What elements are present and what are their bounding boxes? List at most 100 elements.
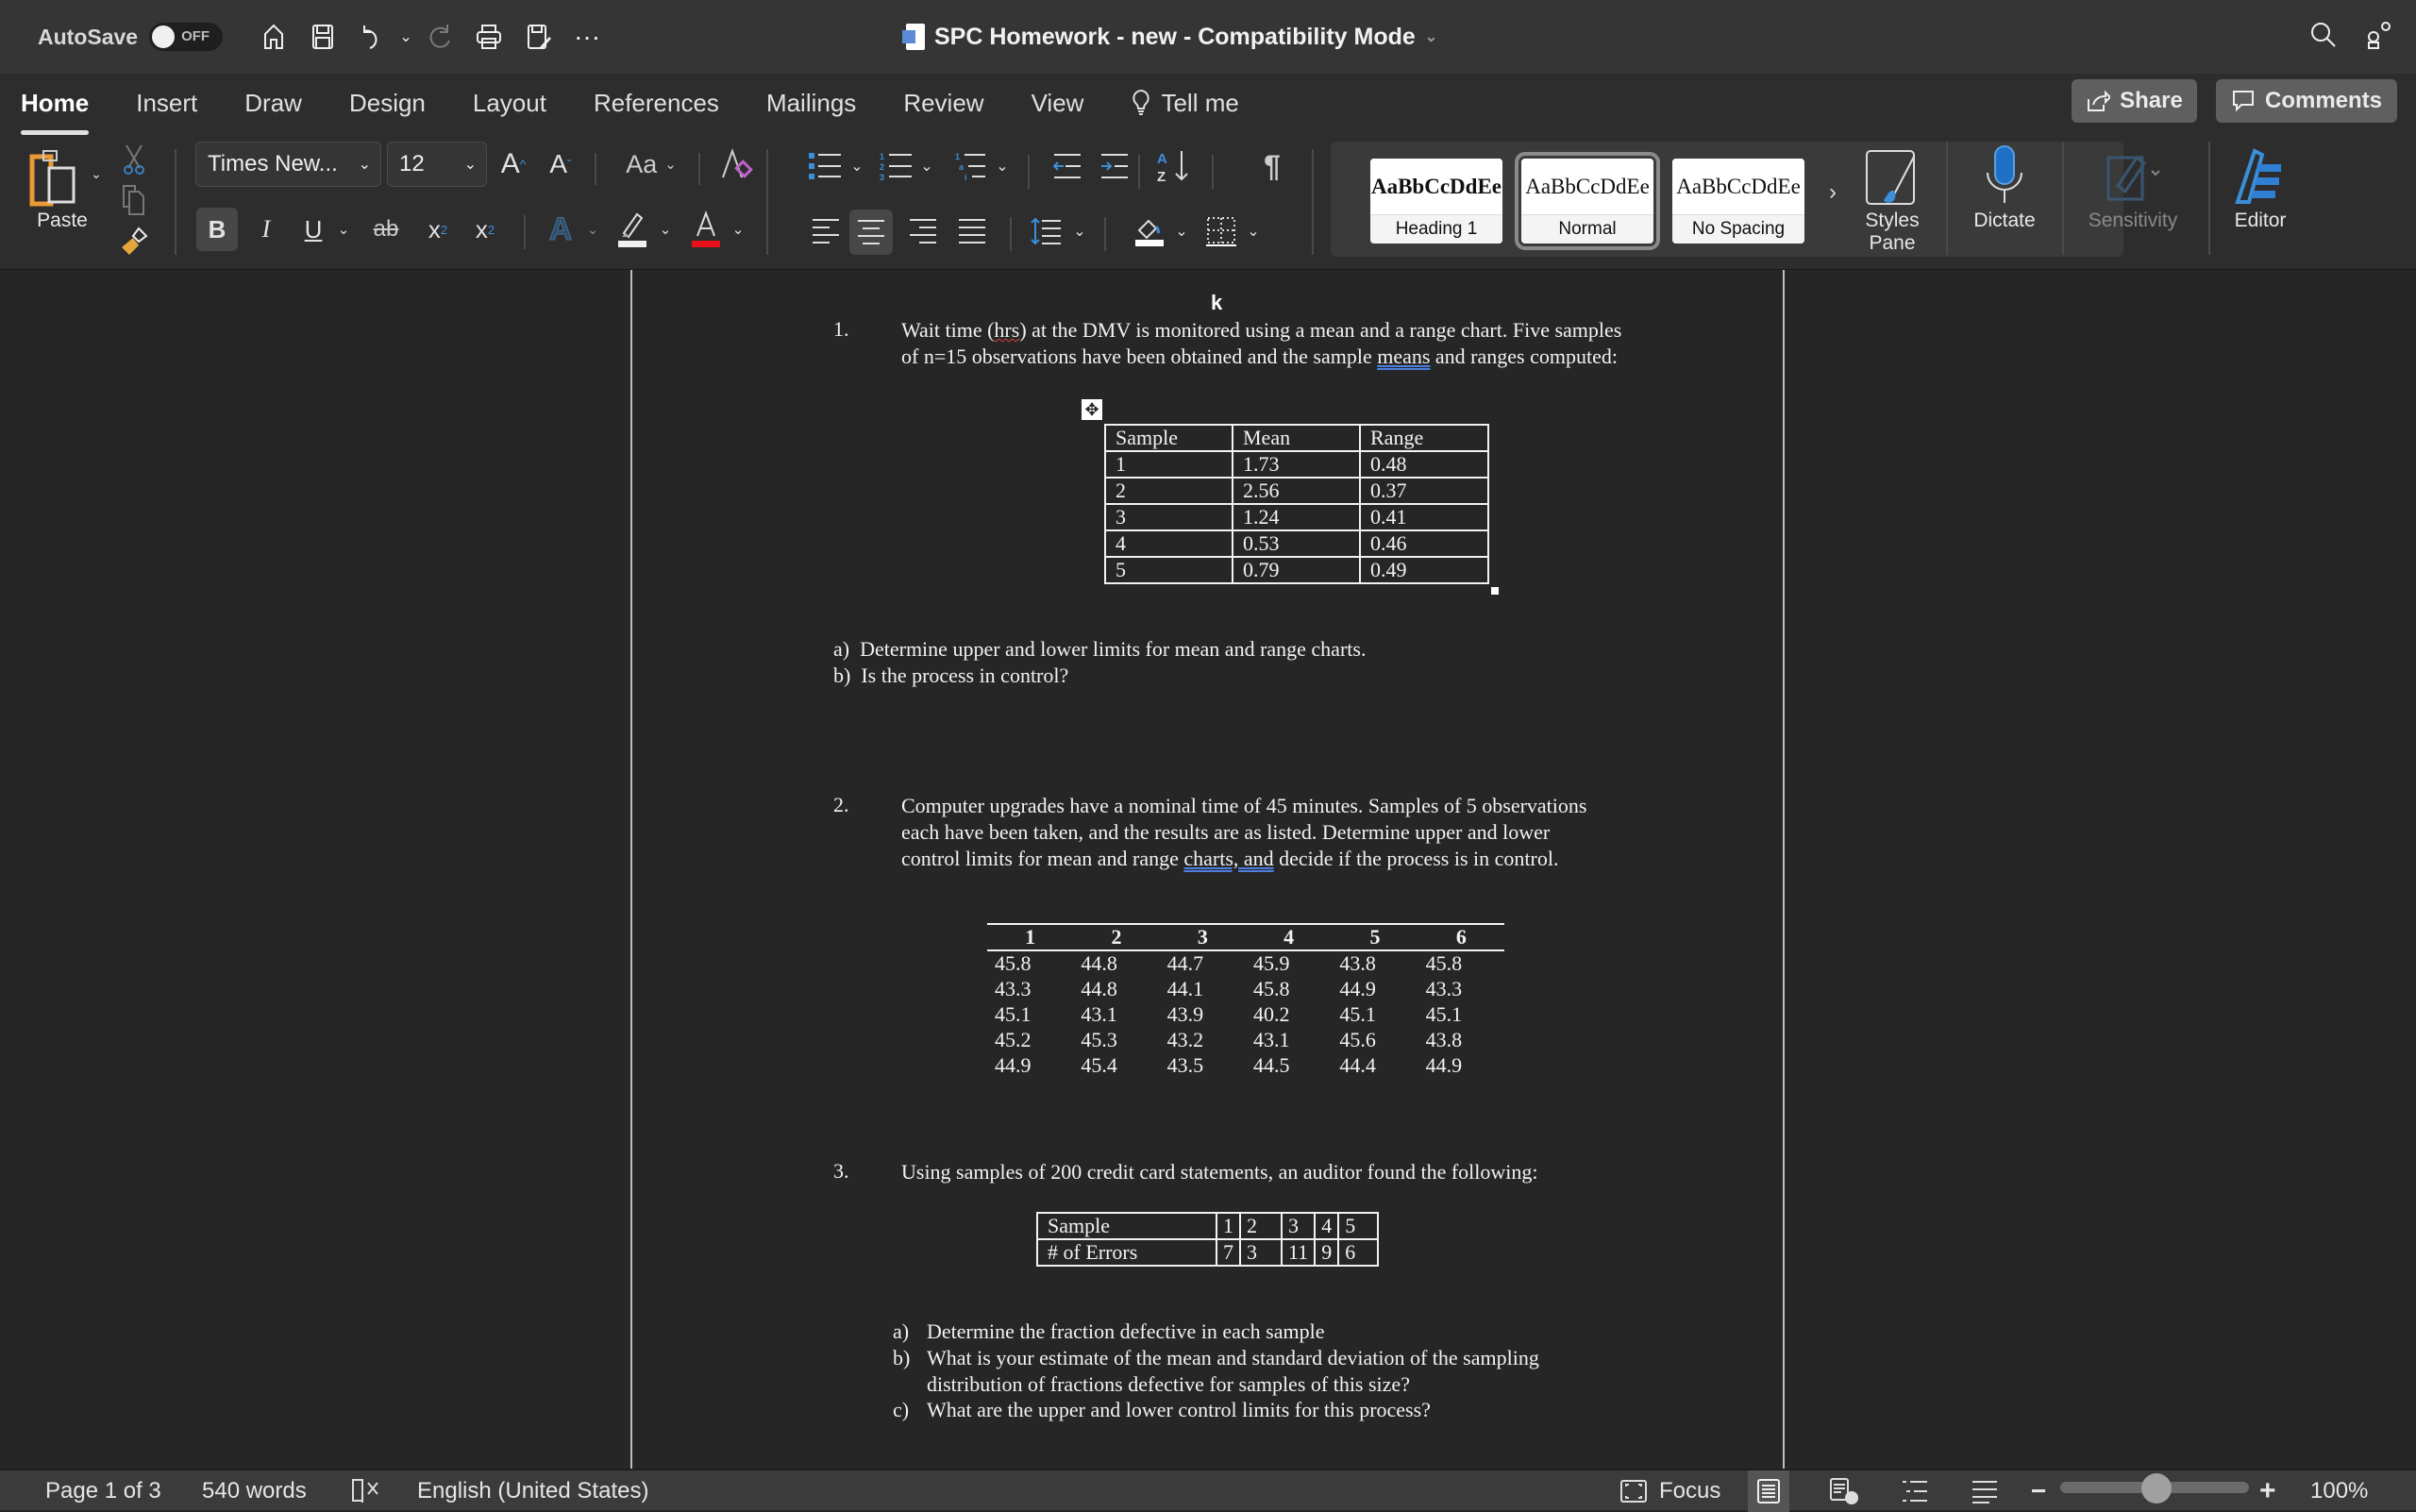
grow-font-icon[interactable]: A ^: [495, 145, 532, 183]
web-layout-view-icon[interactable]: [1829, 1470, 1859, 1512]
microphone-icon[interactable]: [1976, 142, 2033, 208]
show-formatting-icon[interactable]: ¶: [1253, 145, 1291, 187]
save-as-icon[interactable]: [513, 18, 562, 56]
proofing-icon[interactable]: [351, 1470, 383, 1512]
question-3-text: Using samples of 200 credit card stateme…: [901, 1160, 1538, 1184]
increase-indent-icon[interactable]: [1095, 147, 1132, 185]
cell: 40.2: [1252, 1001, 1290, 1026]
font-color-dropdown-icon[interactable]: ⌄: [729, 208, 747, 251]
align-center-icon[interactable]: [849, 210, 893, 255]
align-right-icon[interactable]: [904, 210, 942, 253]
q1-data-table: Sample Mean Range 1 1.73 0.48 2 2.56 0.37 31…: [1104, 424, 1489, 584]
tell-me-search[interactable]: Tell me: [1131, 89, 1239, 122]
print-layout-view-icon[interactable]: [1748, 1470, 1789, 1512]
bullets-icon[interactable]: [807, 147, 845, 185]
tab-references[interactable]: References: [594, 89, 719, 122]
tab-insert[interactable]: Insert: [136, 89, 197, 122]
borders-dropdown-icon[interactable]: ⌄: [1244, 210, 1263, 253]
decrease-indent-icon[interactable]: [1048, 147, 1085, 185]
underline-dropdown-icon[interactable]: ⌄: [332, 208, 355, 251]
style-no-spacing[interactable]: AaBbCcDdEe No Spacing: [1672, 159, 1804, 244]
gallery-next-icon[interactable]: ›: [1829, 179, 1837, 206]
undo-icon[interactable]: [347, 18, 396, 56]
italic-button[interactable]: I: [247, 208, 285, 251]
zoom-level[interactable]: 100%: [2310, 1470, 2368, 1512]
tab-home[interactable]: Home: [21, 89, 90, 135]
align-left-icon[interactable]: [807, 210, 845, 253]
part-label: a): [893, 1319, 910, 1343]
styles-pane-icon[interactable]: [1864, 143, 1921, 211]
shading-dropdown-icon[interactable]: ⌄: [1172, 210, 1191, 253]
sort-icon[interactable]: AZ: [1153, 145, 1195, 187]
style-heading-1[interactable]: AaBbCcDdEe Heading 1: [1370, 159, 1502, 244]
save-icon[interactable]: [298, 18, 347, 56]
tab-layout[interactable]: Layout: [473, 89, 546, 122]
clear-formatting-icon[interactable]: [715, 142, 757, 187]
print-icon[interactable]: [464, 18, 513, 56]
paste-icon[interactable]: [26, 145, 83, 211]
highlight-icon[interactable]: [613, 208, 651, 251]
style-normal[interactable]: AaBbCcDdEe Normal: [1515, 152, 1660, 250]
cut-icon[interactable]: [117, 143, 151, 176]
title-chevron-icon[interactable]: ⌄: [1425, 27, 1437, 46]
line-spacing-dropdown-icon[interactable]: ⌄: [1070, 210, 1089, 253]
grammar-suggestion[interactable]: charts, and: [1183, 847, 1273, 870]
autosave-toggle[interactable]: OFF: [149, 23, 224, 51]
bullets-dropdown-icon[interactable]: ⌄: [847, 147, 866, 185]
comments-button[interactable]: Comments: [2216, 79, 2397, 123]
table-move-handle-icon[interactable]: ✥: [1082, 399, 1102, 420]
word-count[interactable]: 540 words: [202, 1470, 307, 1512]
multilevel-dropdown-icon[interactable]: ⌄: [993, 147, 1012, 185]
font-color-icon[interactable]: [687, 208, 725, 251]
text-effects-dropdown-icon[interactable]: ⌄: [583, 208, 602, 251]
numbering-dropdown-icon[interactable]: ⌄: [917, 147, 936, 185]
paste-dropdown-icon[interactable]: ⌄: [87, 164, 106, 183]
format-painter-icon[interactable]: [117, 225, 151, 259]
toggle-knob: [152, 25, 176, 48]
zoom-out-button[interactable]: −: [2031, 1470, 2046, 1512]
zoom-slider-thumb[interactable]: [2141, 1473, 2172, 1504]
copy-icon[interactable]: [117, 183, 151, 217]
shrink-font-icon[interactable]: Aˇ: [542, 145, 579, 183]
font-name-dropdown[interactable]: Times New... ⌄: [195, 142, 381, 187]
text-effects-icon[interactable]: A: [540, 208, 581, 251]
text-cursor: k: [1211, 291, 1223, 314]
justify-icon[interactable]: [953, 210, 991, 253]
grammar-suggestion[interactable]: means: [1377, 344, 1430, 368]
spelling-error[interactable]: hrs: [994, 318, 1019, 342]
borders-icon[interactable]: [1202, 210, 1240, 253]
multilevel-list-icon[interactable]: 1ai: [953, 147, 991, 185]
font-size-dropdown[interactable]: 12 ⌄: [387, 142, 487, 187]
table-resize-handle[interactable]: [1491, 587, 1499, 595]
numbering-icon[interactable]: 123: [878, 147, 915, 185]
highlight-dropdown-icon[interactable]: ⌄: [656, 208, 675, 251]
more-icon[interactable]: ···: [562, 18, 612, 56]
share-button[interactable]: Share: [2072, 79, 2197, 123]
subscript-button[interactable]: x2: [419, 208, 457, 251]
tab-view[interactable]: View: [1032, 89, 1084, 122]
bold-button[interactable]: B: [196, 208, 238, 251]
underline-button[interactable]: U: [294, 208, 332, 251]
outline-view-icon[interactable]: [1901, 1470, 1929, 1512]
undo-dropdown-icon[interactable]: ⌄: [396, 18, 415, 56]
focus-button[interactable]: Focus: [1619, 1470, 1720, 1512]
line-spacing-icon[interactable]: [1027, 210, 1065, 253]
language[interactable]: English (United States): [417, 1470, 648, 1512]
style-sample: AaBbCcDdEe: [1370, 159, 1502, 215]
account-icon[interactable]: [2363, 20, 2393, 55]
superscript-button[interactable]: x2: [466, 208, 504, 251]
search-icon[interactable]: [2308, 20, 2339, 55]
tab-draw[interactable]: Draw: [244, 89, 302, 122]
zoom-in-button[interactable]: +: [2259, 1470, 2276, 1512]
cell: 2: [1239, 1212, 1283, 1240]
tab-mailings[interactable]: Mailings: [766, 89, 856, 122]
shading-icon[interactable]: [1131, 210, 1168, 253]
tab-design[interactable]: Design: [349, 89, 426, 122]
editor-icon[interactable]: [2227, 142, 2293, 208]
tab-review[interactable]: Review: [903, 89, 983, 122]
page-count[interactable]: Page 1 of 3: [45, 1470, 161, 1512]
strikethrough-button[interactable]: ab: [362, 208, 410, 251]
change-case-button[interactable]: Aa ⌄: [618, 145, 684, 183]
home-icon[interactable]: [249, 18, 298, 56]
draft-view-icon[interactable]: [1971, 1470, 1999, 1512]
